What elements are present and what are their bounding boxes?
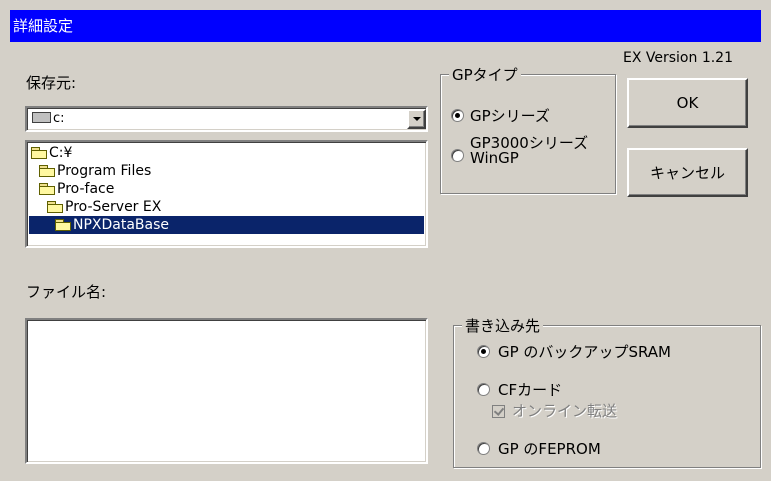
destination-title: 書き込み先 — [462, 315, 544, 336]
tree-item-label: Pro-Server EX — [65, 199, 162, 215]
chevron-down-icon — [412, 117, 421, 121]
ok-button[interactable]: OK — [627, 78, 748, 128]
tree-item-pro-face[interactable]: Pro-face — [39, 180, 114, 198]
gp3000-series-line2: WinGP — [470, 149, 519, 167]
drive-dropdown-button[interactable] — [407, 109, 426, 129]
backup-sram-radio[interactable] — [477, 345, 490, 358]
drive-value: c: — [32, 111, 65, 126]
tree-item-program-files[interactable]: Program Files — [39, 162, 151, 180]
drive-text: c: — [53, 111, 65, 126]
cf-card-radio[interactable] — [477, 383, 490, 396]
folder-tree[interactable]: C:¥ Program Files Pro-face Pro-Server EX… — [25, 140, 428, 248]
dialog-window: 詳細設定 EX Version 1.21 保存元: c: C:¥ Program… — [0, 0, 771, 481]
title-bar: 詳細設定 — [10, 10, 761, 42]
backup-sram-label[interactable]: GP のバックアップSRAM — [498, 341, 671, 362]
cf-card-label[interactable]: CFカード — [498, 379, 562, 400]
filename-label: ファイル名: — [26, 283, 107, 301]
folder-open-icon — [39, 183, 55, 195]
tree-item-pro-server-ex[interactable]: Pro-Server EX — [47, 198, 161, 216]
gp-series-label[interactable]: GPシリーズ — [470, 105, 550, 126]
feprom-label[interactable]: GP のFEPROM — [498, 438, 601, 459]
cancel-button[interactable]: キャンセル — [627, 148, 748, 197]
drive-select[interactable]: c: — [25, 106, 428, 132]
online-transfer-checkbox[interactable] — [492, 405, 505, 418]
tree-item-label: Program Files — [57, 163, 152, 179]
filename-list[interactable] — [25, 318, 428, 464]
tree-item-label: NPXDataBase — [73, 217, 170, 233]
gp3000-series-radio[interactable] — [451, 149, 464, 162]
tree-item-npxdatabase[interactable]: NPXDataBase — [29, 216, 424, 234]
window-title: 詳細設定 — [13, 17, 74, 35]
folder-open-icon — [55, 219, 71, 231]
tree-item-root[interactable]: C:¥ — [31, 144, 72, 162]
feprom-radio[interactable] — [477, 442, 490, 455]
online-transfer-label[interactable]: オンライン転送 — [512, 400, 617, 421]
folder-open-icon — [39, 165, 55, 177]
drive-icon — [32, 112, 51, 123]
source-label: 保存元: — [26, 74, 77, 92]
gp-series-radio[interactable] — [451, 109, 464, 122]
tree-item-label: C:¥ — [49, 145, 73, 161]
tree-item-label: Pro-face — [57, 181, 115, 197]
gp3000-series-label[interactable]: GP3000シリーズ WinGP — [470, 136, 588, 166]
gp-type-title: GPタイプ — [449, 64, 521, 85]
folder-open-icon — [47, 201, 63, 213]
version-label: EX Version 1.21 — [623, 50, 733, 66]
folder-open-icon — [31, 147, 47, 159]
